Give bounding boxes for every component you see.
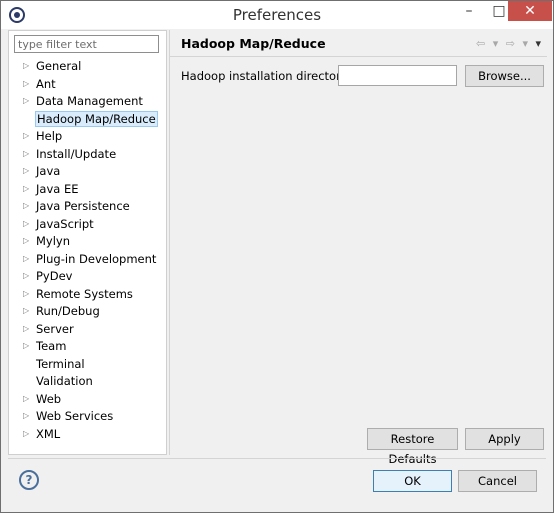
expand-arrow-icon[interactable]: ▷ [23, 236, 29, 245]
tree-item-label: Ant [36, 76, 56, 91]
preference-tree: ▷ General ▷ Ant ▷ Data Management Hadoop Map/R… [9, 58, 166, 443]
tree-item[interactable]: ▷ XML [9, 426, 166, 444]
tree-item[interactable]: ▷ Server [9, 321, 166, 339]
tree-item-label: Java Persistence [36, 199, 130, 213]
tree-item-label: Java EE [36, 181, 79, 196]
ok-button[interactable]: OK [373, 470, 452, 492]
expand-arrow-icon[interactable]: ▷ [23, 306, 29, 315]
forward-dropdown-icon[interactable]: ▾ [522, 37, 528, 50]
view-menu-icon[interactable]: ▾ [535, 37, 541, 50]
back-dropdown-icon[interactable]: ▾ [493, 37, 499, 50]
tree-item-label: General [36, 59, 82, 73]
tree-item[interactable]: ▷ Help [9, 128, 166, 146]
tree-item[interactable]: ▷ Data Management [9, 93, 166, 111]
tree-item-label: Mylyn [36, 234, 71, 248]
filter-input[interactable] [14, 35, 159, 53]
footer-divider [8, 458, 546, 459]
expand-arrow-icon[interactable]: ▷ [23, 324, 29, 333]
tree-item[interactable]: ▷ Java [9, 163, 166, 181]
tree-item-label: Web Services [36, 409, 114, 423]
expand-arrow-icon[interactable]: ▷ [23, 219, 29, 228]
tree-item-label: Web [36, 391, 62, 406]
tree-item[interactable]: ▷ JavaScript [9, 216, 166, 234]
tree-item[interactable]: ▷ PyDev [9, 268, 166, 286]
tree-item-label: Java [36, 164, 61, 178]
tree-item[interactable]: ▷ Web Services [9, 408, 166, 426]
tree-item-label: Server [36, 321, 74, 336]
tree-item[interactable]: Hadoop Map/Reduce [9, 110, 166, 129]
restore-defaults-button[interactable]: Restore Defaults [367, 428, 458, 466]
page-navigation: ⇦ ▾ ⇨ ▾ ▾ [472, 37, 541, 50]
tree-item[interactable]: Terminal [9, 356, 166, 374]
tree-item[interactable]: ▷ Web [9, 391, 166, 409]
tree-item-label: JavaScript [36, 216, 94, 231]
back-arrow-icon[interactable]: ⇦ [476, 37, 485, 50]
tree-item-label: Team [36, 339, 67, 353]
hadoop-dir-input[interactable] [338, 65, 457, 86]
expand-arrow-icon[interactable]: ▷ [23, 201, 29, 210]
tree-item-label: Hadoop Map/Reduce [35, 110, 158, 127]
tree-item-label: Install/Update [36, 146, 117, 161]
hadoop-dir-label: Hadoop installation directory: [181, 69, 351, 83]
expand-arrow-icon[interactable]: ▷ [23, 289, 29, 298]
help-icon[interactable]: ? [19, 470, 39, 490]
page-title-divider [170, 56, 547, 57]
tree-item-label: Run/Debug [36, 304, 100, 318]
tree-item-label: Validation [36, 374, 93, 388]
expand-arrow-icon[interactable]: ▷ [23, 394, 29, 403]
close-button[interactable]: ✕ [508, 1, 552, 21]
expand-arrow-icon[interactable]: ▷ [23, 271, 29, 280]
minimize-button[interactable]: – [455, 1, 483, 21]
tree-item-label: Remote Systems [36, 286, 133, 301]
tree-item[interactable]: ▷ Plug-in Development [9, 251, 166, 269]
tree-item[interactable]: ▷ Remote Systems [9, 286, 166, 304]
tree-item-label: PyDev [36, 269, 73, 283]
expand-arrow-icon[interactable]: ▷ [23, 79, 29, 88]
tree-item[interactable]: ▷ Run/Debug [9, 303, 166, 321]
tree-item[interactable]: ▷ Java EE [9, 181, 166, 199]
tree-item-label: Terminal [36, 356, 85, 371]
expand-arrow-icon[interactable]: ▷ [23, 131, 29, 140]
tree-item[interactable]: ▷ Ant [9, 76, 166, 94]
cancel-button[interactable]: Cancel [458, 470, 537, 492]
tree-item[interactable]: ▷ Java Persistence [9, 198, 166, 216]
expand-arrow-icon[interactable]: ▷ [23, 61, 29, 70]
page-title: Hadoop Map/Reduce [181, 36, 326, 51]
title-bar[interactable]: Preferences – □ ✕ [1, 1, 553, 29]
expand-arrow-icon[interactable]: ▷ [23, 96, 29, 105]
browse-button[interactable]: Browse... [465, 65, 544, 87]
apply-button[interactable]: Apply [465, 428, 544, 450]
tree-item[interactable]: Validation [9, 373, 166, 391]
tree-item[interactable]: ▷ General [9, 58, 166, 76]
expand-arrow-icon[interactable]: ▷ [23, 184, 29, 193]
tree-item[interactable]: ▷ Mylyn [9, 233, 166, 251]
expand-arrow-icon[interactable]: ▷ [23, 429, 29, 438]
expand-arrow-icon[interactable]: ▷ [23, 166, 29, 175]
tree-item-label: Plug-in Development [36, 251, 157, 266]
preferences-window: Preferences – □ ✕ ▷ General ▷ Ant ▷ Data Mana… [0, 0, 554, 513]
tree-item-label: XML [36, 426, 61, 441]
tree-item[interactable]: ▷ Install/Update [9, 146, 166, 164]
expand-arrow-icon[interactable]: ▷ [23, 149, 29, 158]
preferences-tree-pane: ▷ General ▷ Ant ▷ Data Management Hadoop Map/R… [8, 30, 167, 455]
tree-item[interactable]: ▷ Team [9, 338, 166, 356]
expand-arrow-icon[interactable]: ▷ [23, 411, 29, 420]
tree-item-label: Help [36, 129, 63, 143]
preference-page: Hadoop Map/Reduce ⇦ ▾ ⇨ ▾ ▾ Hadoop insta… [169, 30, 547, 466]
tree-item-label: Data Management [36, 94, 143, 108]
expand-arrow-icon[interactable]: ▷ [23, 254, 29, 263]
forward-arrow-icon[interactable]: ⇨ [506, 37, 515, 50]
expand-arrow-icon[interactable]: ▷ [23, 341, 29, 350]
